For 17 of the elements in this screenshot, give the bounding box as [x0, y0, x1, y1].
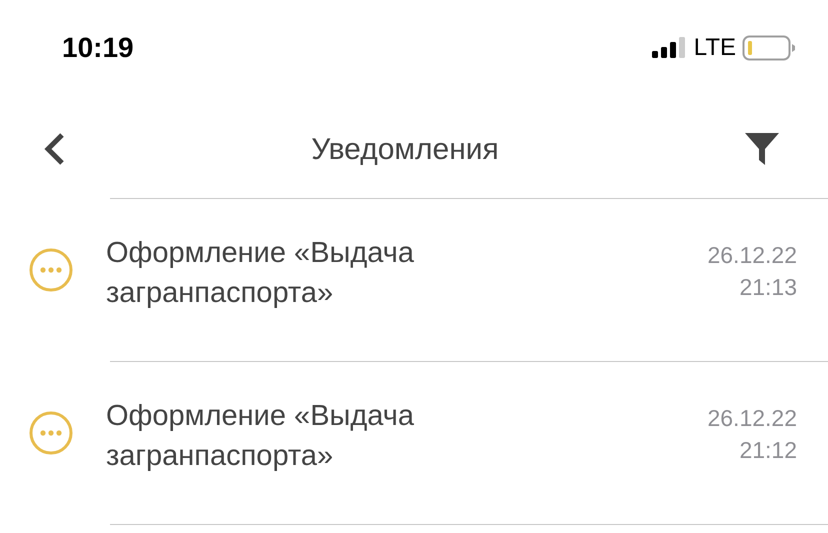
status-time: 10:19 — [62, 31, 134, 65]
pending-status-icon — [28, 410, 74, 456]
notification-time: 21:12 — [739, 436, 797, 465]
notification-item[interactable]: Оформление «Выдача загранпаспорта» 26.12.22 21:13 — [0, 199, 828, 361]
notification-title: Оформление «Выдача загранпаспорта» — [106, 236, 416, 311]
notification-date: 26.12.22 — [707, 404, 797, 433]
filter-icon — [744, 132, 780, 166]
notification-item[interactable]: Оформление «Выдача загранпаспорта» 26.12.22 21:12 — [0, 362, 828, 524]
pending-status-icon — [28, 247, 74, 293]
chevron-left-icon — [42, 132, 66, 166]
network-label: LTE — [694, 33, 736, 63]
notification-time: 21:13 — [739, 273, 797, 302]
signal-icon — [652, 37, 688, 59]
battery-icon — [742, 35, 796, 61]
notification-title: Оформление «Выдача загранпаспорта» — [106, 399, 416, 474]
screen-title: Уведомления — [311, 132, 499, 168]
notification-date: 26.12.22 — [707, 241, 797, 270]
